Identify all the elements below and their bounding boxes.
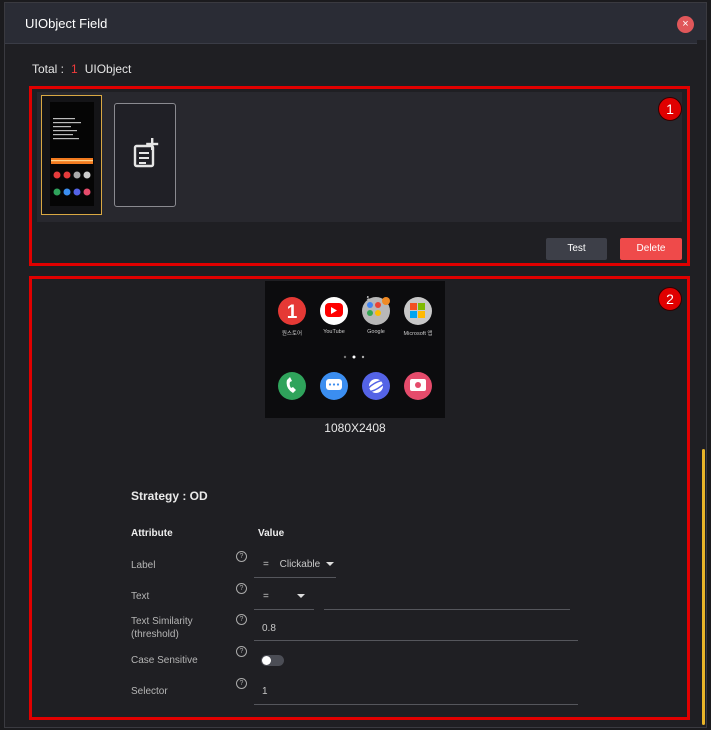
marker-1: 1 [658, 97, 682, 121]
total-label: Total : [32, 62, 65, 76]
total-count: 1 [71, 62, 78, 76]
close-icon[interactable]: × [677, 16, 694, 33]
uiobject-list-highlight [29, 86, 690, 266]
dialog-titlebar: UIObject Field × [5, 3, 706, 44]
object-detail-highlight [29, 276, 690, 720]
total-summary: Total : 1 UIObject [32, 62, 131, 76]
scrollbar-thumb[interactable] [702, 449, 705, 725]
total-unit: UIObject [84, 62, 132, 76]
dialog-title: UIObject Field [25, 16, 108, 31]
marker-2: 2 [658, 287, 682, 311]
